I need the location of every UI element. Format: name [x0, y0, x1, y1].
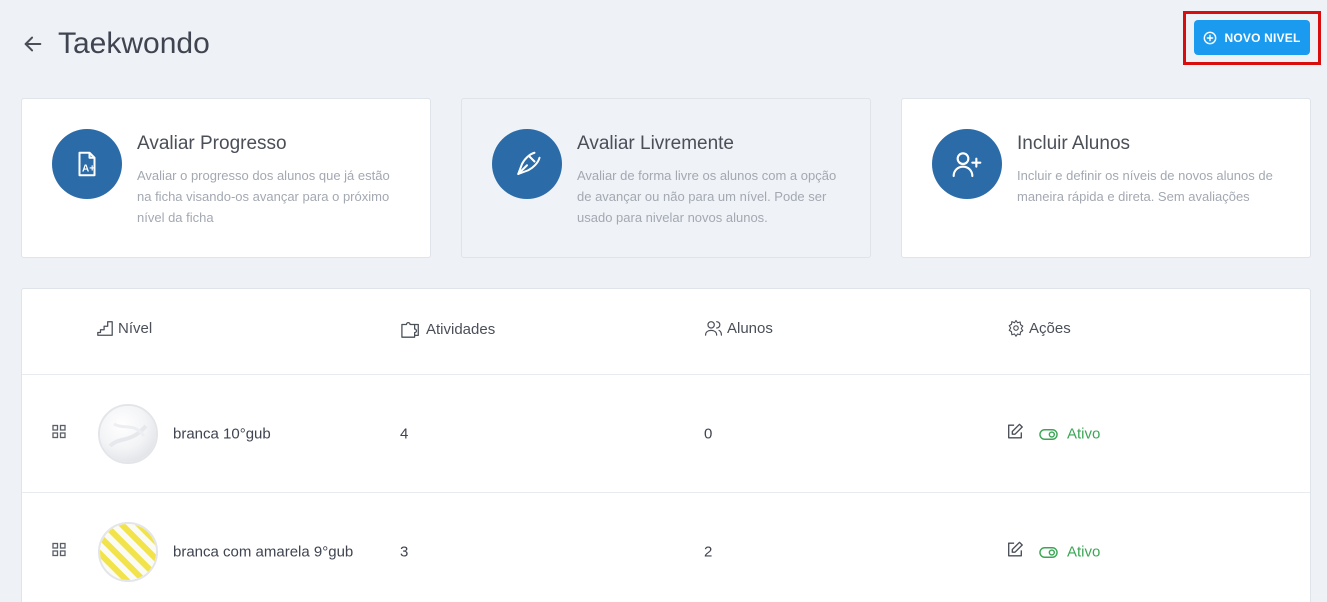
level-name: branca com amarela 9°gub [173, 543, 354, 561]
card-description: Avaliar de forma livre os alunos com a o… [577, 168, 837, 225]
column-header-nivel[interactable]: Nível [96, 319, 152, 337]
card-title: Incluir Alunos [1017, 133, 1131, 154]
column-header-atividades[interactable]: Atividades [400, 319, 495, 339]
page-title: Taekwondo [58, 27, 210, 60]
card-description: Avaliar o progresso dos alunos que já es… [137, 168, 390, 225]
users-icon [704, 321, 723, 336]
status-toggle[interactable]: Ativo [1039, 426, 1100, 443]
activities-count: 4 [400, 425, 409, 443]
table-row[interactable]: branca 10°gub 4 0 Ativo [22, 375, 1312, 493]
gear-icon [1008, 319, 1024, 337]
edit-icon[interactable] [1006, 423, 1024, 446]
belt-avatar-white-yellow [98, 522, 158, 582]
toggle-on-icon [1039, 546, 1058, 558]
drag-handle-icon[interactable] [52, 424, 66, 444]
svg-text:A+: A+ [82, 164, 95, 175]
document-grade-icon: A+ [52, 129, 122, 199]
plus-circle-icon [1204, 31, 1217, 44]
table-row[interactable]: branca com amarela 9°gub 3 2 Ativo [22, 493, 1312, 602]
card-avaliar-progresso[interactable]: A+ Avaliar Progresso Avaliar o progresso… [21, 98, 431, 258]
students-count: 2 [704, 543, 713, 561]
column-header-alunos[interactable]: Alunos [704, 319, 773, 337]
new-level-label: NOVO NIVEL [1224, 30, 1301, 45]
new-level-button[interactable]: NOVO NIVEL [1194, 20, 1310, 55]
level-name: branca 10°gub [173, 425, 271, 443]
status-toggle[interactable]: Ativo [1039, 544, 1100, 561]
page-header: Taekwondo [22, 24, 210, 64]
card-title: Avaliar Progresso [137, 133, 287, 154]
toggle-on-icon [1039, 428, 1058, 440]
status-label: Ativo [1067, 543, 1101, 561]
back-arrow-icon[interactable] [22, 31, 48, 57]
add-user-icon [932, 129, 1002, 199]
levels-table: Nível Atividades Alunos Ações branca 10°… [21, 288, 1311, 602]
card-title: Avaliar Livremente [577, 133, 735, 154]
card-avaliar-livremente[interactable]: Avaliar Livremente Avaliar de forma livr… [461, 98, 871, 258]
card-description: Incluir e definir os níveis de novos alu… [1017, 168, 1273, 204]
stairs-icon [97, 321, 113, 336]
edit-icon[interactable] [1006, 541, 1024, 564]
activities-count: 3 [400, 543, 409, 561]
students-count: 0 [704, 425, 713, 443]
puzzle-icon [401, 322, 419, 338]
feather-pen-icon [492, 129, 562, 199]
card-incluir-alunos[interactable]: Incluir Alunos Incluir e definir os níve… [901, 98, 1311, 258]
belt-avatar-white [98, 404, 158, 464]
status-label: Ativo [1067, 425, 1101, 443]
drag-handle-icon[interactable] [52, 542, 66, 562]
column-header-acoes[interactable]: Ações [1007, 319, 1071, 337]
